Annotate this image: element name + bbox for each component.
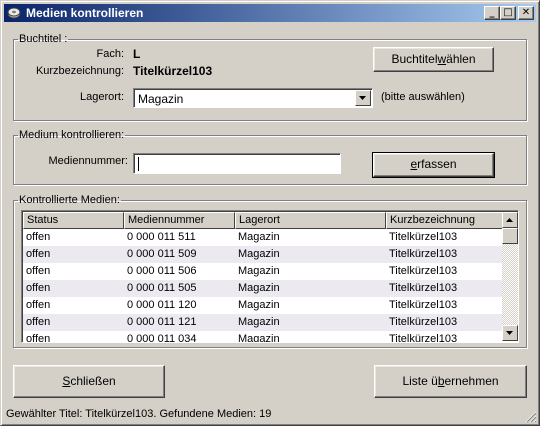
- table-cell: Titelkürzel103: [389, 265, 458, 277]
- table-cell: Titelkürzel103: [389, 333, 458, 343]
- table-cell: Titelkürzel103: [389, 316, 458, 328]
- table-cell: Titelkürzel103: [389, 299, 458, 311]
- fach-value: L: [133, 47, 141, 61]
- column-header-mediennummer[interactable]: Mediennummer: [124, 212, 235, 229]
- table-row[interactable]: offen 0 000 011 509 Magazin Titelkürzel103: [23, 246, 502, 263]
- arrow-up-icon: [506, 218, 513, 222]
- mediennummer-label: Mediennummer:: [48, 155, 128, 167]
- dialog-window: Medien kontrollieren _ □ ✕ Buchtitel : F…: [0, 0, 540, 426]
- table-cell: Magazin: [238, 299, 280, 311]
- minimize-button[interactable]: _: [484, 6, 500, 20]
- table-cell: Titelkürzel103: [389, 248, 458, 260]
- lagerort-label: Lagerort:: [79, 91, 124, 103]
- kurzbezeichnung-label: Kurzbezeichnung:: [35, 65, 124, 77]
- column-header-kurzbezeichnung[interactable]: Kurzbezeichnung: [386, 212, 504, 229]
- buchtitel-waehlen-button[interactable]: Buchtitel wählen: [373, 47, 494, 72]
- minimize-icon: _: [489, 7, 495, 18]
- medien-list[interactable]: Status Mediennummer Lagerort Kurzbezeich…: [21, 210, 519, 343]
- kurzbezeichnung-value: Titelkürzel103: [133, 64, 213, 78]
- buchtitel-legend: Buchtitel :: [19, 33, 68, 45]
- erfassen-label: erfassen: [410, 157, 457, 171]
- table-cell: 0 000 011 506: [127, 265, 197, 277]
- table-cell: 0 000 011 505: [127, 282, 197, 294]
- table-cell: Magazin: [238, 231, 280, 243]
- app-icon: [7, 7, 21, 19]
- list-scrollbar[interactable]: [502, 212, 518, 341]
- maximize-button[interactable]: □: [500, 6, 516, 20]
- table-cell: offen: [26, 299, 51, 311]
- table-cell: offen: [26, 333, 51, 343]
- table-row[interactable]: offen 0 000 011 511 Magazin Titelkürzel103: [23, 229, 502, 246]
- scroll-down-button[interactable]: [502, 325, 518, 341]
- table-cell: offen: [26, 231, 51, 243]
- table-cell: Magazin: [238, 248, 280, 260]
- table-cell: Magazin: [238, 265, 280, 277]
- table-cell: Titelkürzel103: [389, 231, 458, 243]
- table-cell: offen: [26, 282, 51, 294]
- lagerort-dropdown-button[interactable]: [355, 90, 371, 106]
- maximize-icon: □: [503, 7, 513, 18]
- table-cell: Titelkürzel103: [389, 282, 458, 294]
- schliessen-button[interactable]: Schließen: [13, 365, 165, 398]
- scroll-up-button[interactable]: [502, 212, 518, 228]
- resize-grip-icon[interactable]: [525, 411, 537, 423]
- arrow-down-icon: [506, 331, 513, 335]
- table-row[interactable]: offen 0 000 011 505 Magazin Titelkürzel103: [23, 280, 502, 297]
- table-cell: 0 000 011 120: [127, 299, 197, 311]
- close-icon: ✕: [521, 7, 531, 18]
- liste-uebernehmen-label: Liste übernehmen: [402, 374, 499, 388]
- table-row[interactable]: offen 0 000 011 506 Magazin Titelkürzel103: [23, 263, 502, 280]
- status-text: Gewählter Titel: Titelkürzel103. Gefunde…: [6, 408, 272, 420]
- table-cell: 0 000 011 509: [127, 248, 197, 260]
- kontrolliert-legend: Kontrollierte Medien:: [19, 194, 120, 206]
- scroll-thumb[interactable]: [502, 228, 518, 244]
- lagerort-hint: (bitte auswählen): [381, 91, 465, 103]
- column-header-lagerort[interactable]: Lagerort: [235, 212, 386, 229]
- erfassen-button[interactable]: erfassen: [372, 152, 495, 178]
- table-cell: Magazin: [238, 282, 280, 294]
- liste-uebernehmen-button[interactable]: Liste übernehmen: [374, 365, 527, 398]
- title-bar[interactable]: Medien kontrollieren _ □ ✕: [4, 4, 536, 22]
- table-cell: offen: [26, 248, 51, 260]
- table-row[interactable]: offen 0 000 011 120 Magazin Titelkürzel103: [23, 297, 502, 314]
- lagerort-select[interactable]: Magazin: [133, 88, 373, 108]
- table-cell: 0 000 011 034: [127, 333, 197, 343]
- medium-legend: Medium kontrollieren:: [19, 129, 125, 141]
- mediennummer-input[interactable]: [133, 153, 341, 174]
- window-title: Medien kontrollieren: [26, 6, 144, 20]
- table-cell: 0 000 011 121: [127, 316, 197, 328]
- text-caret: [138, 157, 139, 171]
- table-row[interactable]: offen 0 000 011 121 Magazin Titelkürzel103: [23, 314, 502, 331]
- column-header-status[interactable]: Status: [23, 212, 124, 229]
- table-cell: 0 000 011 511: [127, 231, 196, 243]
- table-cell: Magazin: [238, 316, 280, 328]
- status-bar: Gewählter Titel: Titelkürzel103. Gefunde…: [4, 406, 538, 424]
- chevron-down-icon: [359, 96, 366, 100]
- schliessen-label: Schließen: [62, 374, 116, 388]
- buchtitel-waehlen-label: Buchtitel wählen: [391, 52, 476, 66]
- table-cell: offen: [26, 265, 51, 277]
- table-cell: Magazin: [238, 333, 280, 343]
- close-window-button[interactable]: ✕: [518, 6, 534, 20]
- table-cell: offen: [26, 316, 51, 328]
- lagerort-selected-value: Magazin: [138, 92, 184, 106]
- table-row[interactable]: offen 0 000 011 034 Magazin Titelkürzel103: [23, 331, 502, 343]
- fach-label: Fach:: [96, 48, 124, 60]
